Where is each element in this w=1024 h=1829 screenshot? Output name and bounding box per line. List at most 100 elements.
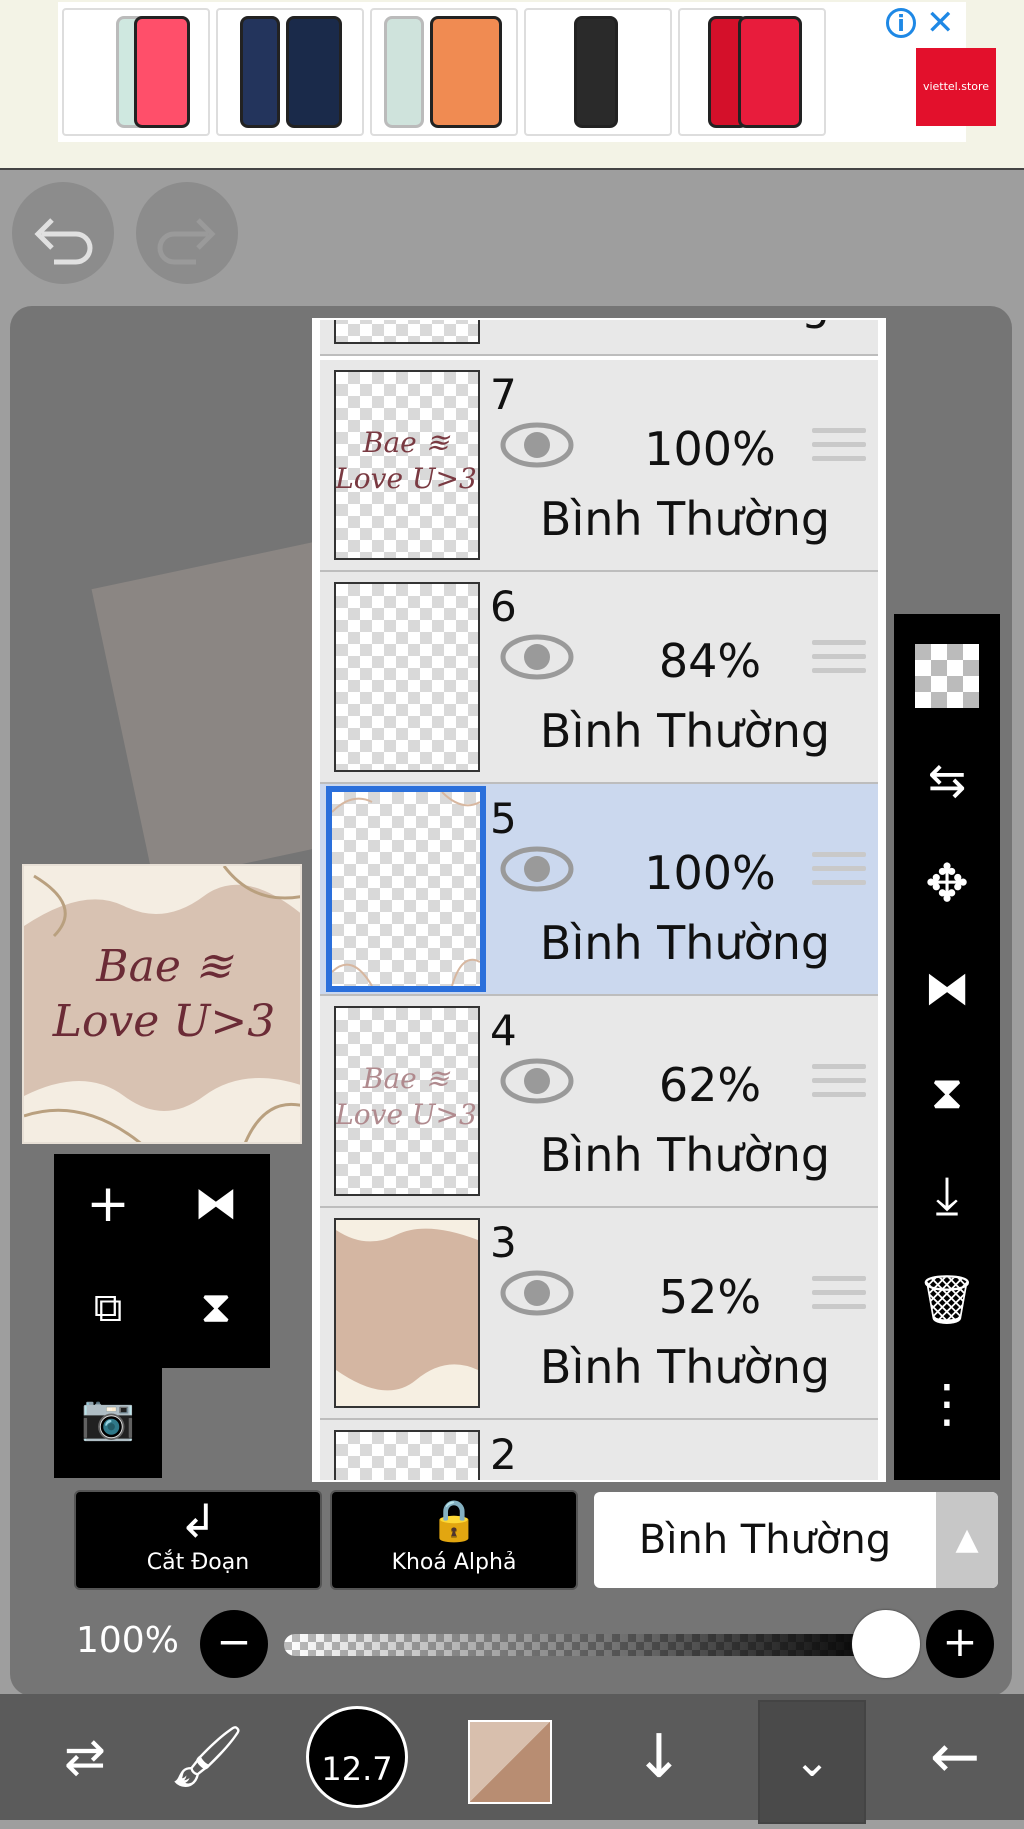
drag-handle-icon[interactable] <box>812 1276 866 1320</box>
transfer-button[interactable]: ⇆ <box>894 728 1000 832</box>
svg-text:Bae ≋: Bae ≋ <box>362 1062 451 1095</box>
flip-horizontal-icon: ⧓ <box>194 1178 238 1229</box>
phone-image <box>384 16 424 128</box>
ad-product-card[interactable] <box>678 8 826 136</box>
layer-visibility-toggle[interactable] <box>500 420 574 470</box>
arrow-left-icon: ← <box>929 1722 981 1792</box>
clip-arrow-icon: ↲ <box>178 1494 218 1548</box>
add-layer-button[interactable]: + <box>54 1154 162 1258</box>
redo-button[interactable] <box>136 182 238 284</box>
layer-number: 6 <box>490 582 517 631</box>
layer-row[interactable]: 3 52% Bình Thường <box>320 1208 878 1420</box>
layer-thumbnail[interactable] <box>334 1218 480 1408</box>
opacity-slider-thumb[interactable] <box>852 1610 920 1678</box>
opacity-decrease-button[interactable]: − <box>200 1610 268 1678</box>
layer-visibility-toggle[interactable] <box>500 1268 574 1318</box>
layer-visibility-toggle[interactable] <box>500 1056 574 1106</box>
brush-size-button[interactable]: 12.7 <box>306 1706 408 1808</box>
layer-thumbnail[interactable] <box>326 786 486 992</box>
undo-button[interactable] <box>12 182 114 284</box>
ad-content[interactable]: viettel.store <box>58 2 996 142</box>
layer-number: 7 <box>490 370 517 419</box>
layers-toggle-button[interactable]: ⌄ <box>758 1700 866 1824</box>
layer-row[interactable]: 6 84% Bình Thường <box>320 572 878 784</box>
triangle-up-icon[interactable]: ▲ <box>936 1492 998 1588</box>
clipping-label: Cắt Đoạn <box>146 1550 250 1575</box>
phone-image <box>134 16 190 128</box>
move-button[interactable]: ✥ <box>894 832 1000 936</box>
opacity-value: 100% <box>76 1620 179 1661</box>
eye-icon <box>500 1058 574 1104</box>
camera-button[interactable]: 📷 <box>54 1368 162 1472</box>
phone-image <box>738 16 802 128</box>
flip-layer-vertical-button[interactable]: ⧗ <box>894 1040 1000 1144</box>
layer-thumbnail[interactable] <box>334 1430 480 1480</box>
move-icon: ✥ <box>925 854 969 914</box>
duplicate-layer-button[interactable]: ⧉ <box>54 1258 162 1362</box>
layer-opacity: 100% <box>644 422 776 476</box>
ad-product-card[interactable] <box>62 8 210 136</box>
color-swatch[interactable] <box>468 1720 552 1804</box>
layer-row[interactable]: 2 <box>320 1420 878 1480</box>
layer-thumbnail[interactable] <box>334 320 480 344</box>
lock-icon: 🔒 <box>429 1498 479 1544</box>
layer-row[interactable]: Bae ≋ Love U>3 7 100% Bình Thường <box>320 360 878 572</box>
redo-icon <box>157 218 216 265</box>
layer-thumbnail[interactable]: Bae ≋ Love U>3 <box>334 370 480 560</box>
flip-horizontal-button[interactable]: ⧓ <box>162 1154 270 1258</box>
drag-handle-icon[interactable] <box>812 1064 866 1108</box>
drag-handle-icon[interactable] <box>812 428 866 472</box>
drag-handle-icon[interactable] <box>812 640 866 684</box>
eye-icon <box>500 422 574 468</box>
ad-banner[interactable]: viettel.store i ✕ <box>0 0 1024 170</box>
layer-visibility-toggle[interactable] <box>500 844 574 894</box>
ad-product-card[interactable] <box>216 8 364 136</box>
layer-thumbnail[interactable]: Bae ≋ Love U>3 <box>334 1006 480 1196</box>
phone-image <box>574 16 618 128</box>
camera-icon: 📷 <box>80 1392 136 1443</box>
ad-close-icon[interactable]: ✕ <box>926 4 955 42</box>
plus-icon: + <box>942 1617 978 1666</box>
layer-panel[interactable]: Bình Thường Bae ≋Love U>3 7 100% Bình Th… <box>312 318 886 1482</box>
merge-down-button[interactable]: ⤓ <box>894 1144 1000 1248</box>
layer-opacity: 52% <box>658 1270 762 1324</box>
ad-product-card[interactable] <box>370 8 518 136</box>
layer-blend-mode: Bình Thường <box>539 492 831 546</box>
ad-info-icon[interactable]: i <box>886 8 916 38</box>
opacity-slider[interactable] <box>284 1634 888 1656</box>
layer-number: 3 <box>490 1218 517 1267</box>
layer-number: 5 <box>490 794 517 843</box>
merge-down-icon: ⤓ <box>935 1166 959 1226</box>
trash-icon: 🗑 <box>916 1272 978 1328</box>
flip-vertical-icon: ⧗ <box>930 1065 964 1119</box>
arrow-down-icon: ↓ <box>633 1722 685 1792</box>
layer-row[interactable]: Bae ≋ Love U>3 4 62% Bình Thường <box>320 996 878 1208</box>
flip-vertical-button[interactable]: ⧗ <box>162 1258 270 1362</box>
more-button[interactable]: ⋮ <box>894 1352 1000 1456</box>
ad-product-card[interactable] <box>524 8 672 136</box>
layer-number: 2 <box>490 1430 517 1479</box>
svg-text:Love U>3: Love U>3 <box>336 1098 477 1131</box>
transform-tool-button[interactable]: ⇄ <box>30 1694 140 1820</box>
alpha-lock-button[interactable]: 🔒 Khoá Alphả <box>330 1490 578 1590</box>
blend-mode-select[interactable]: Bình Thường ▲ <box>594 1492 998 1588</box>
layer-visibility-toggle[interactable] <box>500 632 574 682</box>
flip-layer-horizontal-button[interactable]: ⧓ <box>894 936 1000 1040</box>
brush-tool-button[interactable]: 🖌 <box>152 1694 262 1820</box>
drag-handle-icon[interactable] <box>812 852 866 896</box>
layer-opacity: 100% <box>644 846 776 900</box>
back-button[interactable]: ← <box>900 1694 1010 1820</box>
artwork-title-line2: Love U>3 <box>52 996 276 1047</box>
bottom-toolbar: ⇄ 🖌 12.7 ↓ ⌄ ← <box>0 1694 1024 1824</box>
layer-down-button[interactable]: ↓ <box>604 1694 714 1820</box>
layer-row-selected[interactable]: 5 100% Bình Thường <box>320 784 878 996</box>
layer-row[interactable]: Bình Thường <box>320 320 878 356</box>
ad-brand-logo[interactable]: viettel.store <box>916 48 996 126</box>
layer-thumbnail[interactable] <box>334 582 480 772</box>
transparency-button[interactable] <box>894 624 1000 728</box>
clipping-button[interactable]: ↲ Cắt Đoạn <box>74 1490 322 1590</box>
phone-image <box>430 16 502 128</box>
layer-blend-mode: Bình Thường <box>539 1340 831 1394</box>
delete-layer-button[interactable]: 🗑 <box>894 1248 1000 1352</box>
opacity-increase-button[interactable]: + <box>926 1610 994 1678</box>
